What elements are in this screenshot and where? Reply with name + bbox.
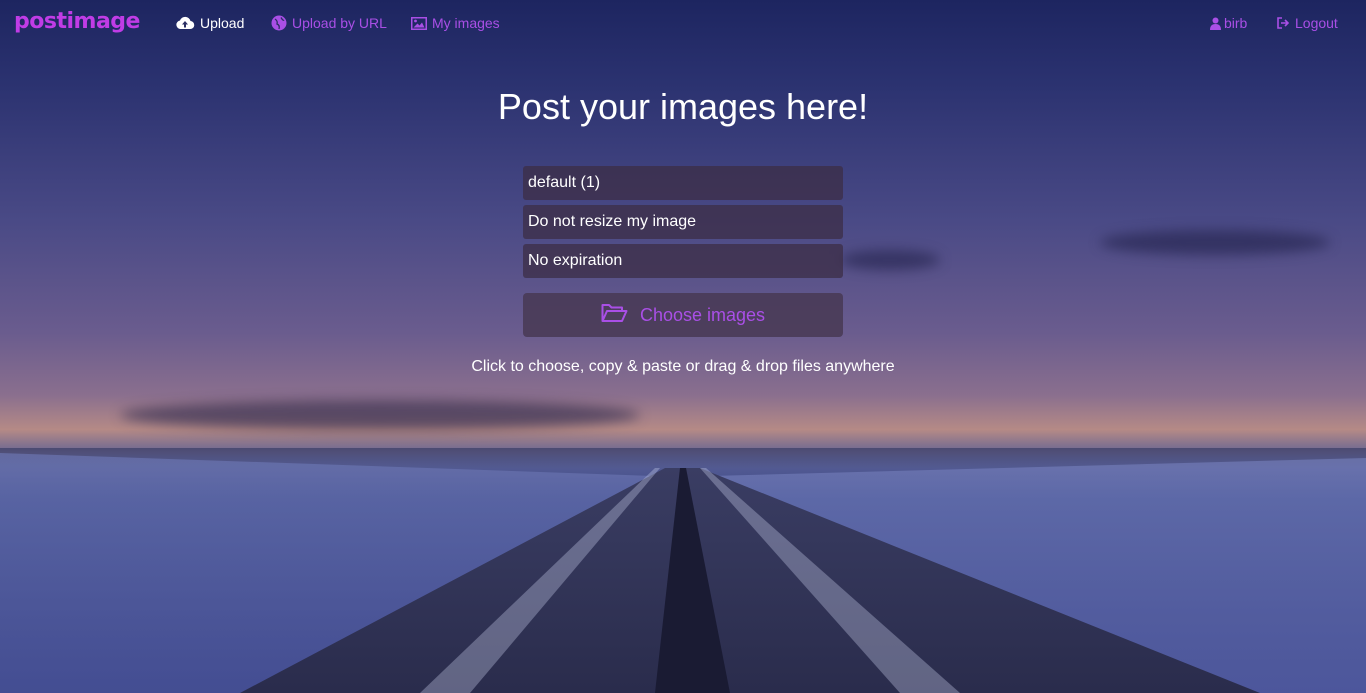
upload-hint: Click to choose, copy & paste or drag & …	[471, 358, 895, 375]
logo[interactable]: postimage	[14, 9, 140, 34]
user-icon	[1210, 17, 1221, 30]
nav-my-images[interactable]: My images	[411, 15, 500, 31]
cloud	[840, 250, 940, 270]
image-icon	[411, 16, 427, 30]
nav-logout[interactable]: Logout	[1276, 15, 1338, 31]
nav-upload-by-url[interactable]: Upload by URL	[271, 15, 387, 31]
gallery-select[interactable]: default (1)	[523, 166, 843, 200]
page-title: Post your images here!	[497, 86, 869, 127]
cloud	[120, 400, 640, 430]
globe-icon	[271, 15, 287, 31]
folder-open-icon	[601, 303, 628, 328]
nav-user-label: birb	[1224, 15, 1248, 31]
expiration-select[interactable]: No expiration	[523, 244, 843, 278]
nav-my-images-label: My images	[432, 15, 500, 31]
nav-upload[interactable]: Upload	[175, 15, 244, 31]
logout-icon	[1276, 17, 1290, 29]
cloud	[1100, 230, 1330, 255]
choose-images-label: Choose images	[639, 304, 766, 325]
nav-upload-by-url-label: Upload by URL	[292, 15, 387, 31]
resize-select[interactable]: Do not resize my image	[523, 205, 843, 239]
cloud-upload-icon	[175, 16, 195, 30]
nav-user[interactable]: birb	[1210, 15, 1247, 31]
choose-images-button[interactable]: Choose images	[523, 293, 843, 337]
nav-logout-label: Logout	[1295, 15, 1338, 31]
nav-upload-label: Upload	[200, 15, 245, 31]
navbar: postimage Upload Upload by URL My images…	[0, 0, 1366, 48]
